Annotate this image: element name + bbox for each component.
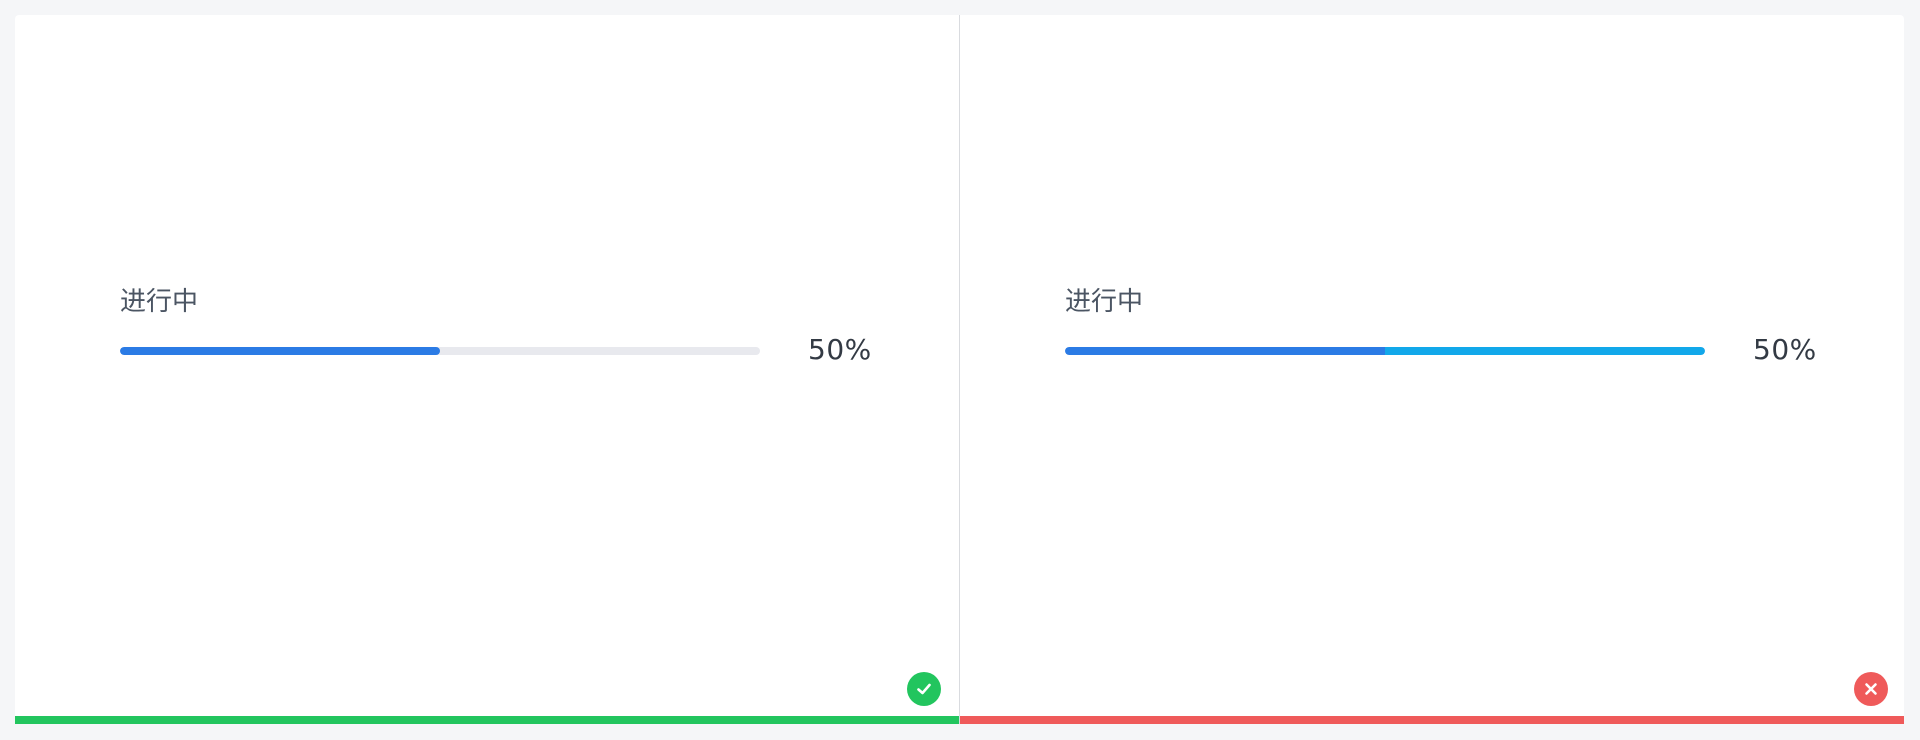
progress-label: 进行中 <box>1065 287 1144 317</box>
comparison-frame: 进行中 50% 进行中 50% <box>15 15 1904 724</box>
right-panel: 进行中 50% <box>960 15 1904 724</box>
check-circle-icon <box>907 672 941 706</box>
progress-label: 进行中 <box>120 287 199 317</box>
progress-component: 进行中 50% <box>1065 285 1825 375</box>
progress-track <box>120 347 760 355</box>
progress-remainder <box>1385 347 1705 355</box>
progress-component: 进行中 50% <box>120 285 880 375</box>
x-glyph <box>1865 683 1877 695</box>
status-bar-incorrect <box>960 716 1904 724</box>
left-panel: 进行中 50% <box>15 15 959 724</box>
progress-fill <box>120 347 440 355</box>
progress-percent: 50% <box>808 333 872 366</box>
check-glyph <box>917 683 931 695</box>
progress-track <box>1065 347 1705 355</box>
progress-fill <box>1065 347 1385 355</box>
status-bar-correct <box>15 716 959 724</box>
x-circle-icon <box>1854 672 1888 706</box>
progress-percent: 50% <box>1753 333 1817 366</box>
